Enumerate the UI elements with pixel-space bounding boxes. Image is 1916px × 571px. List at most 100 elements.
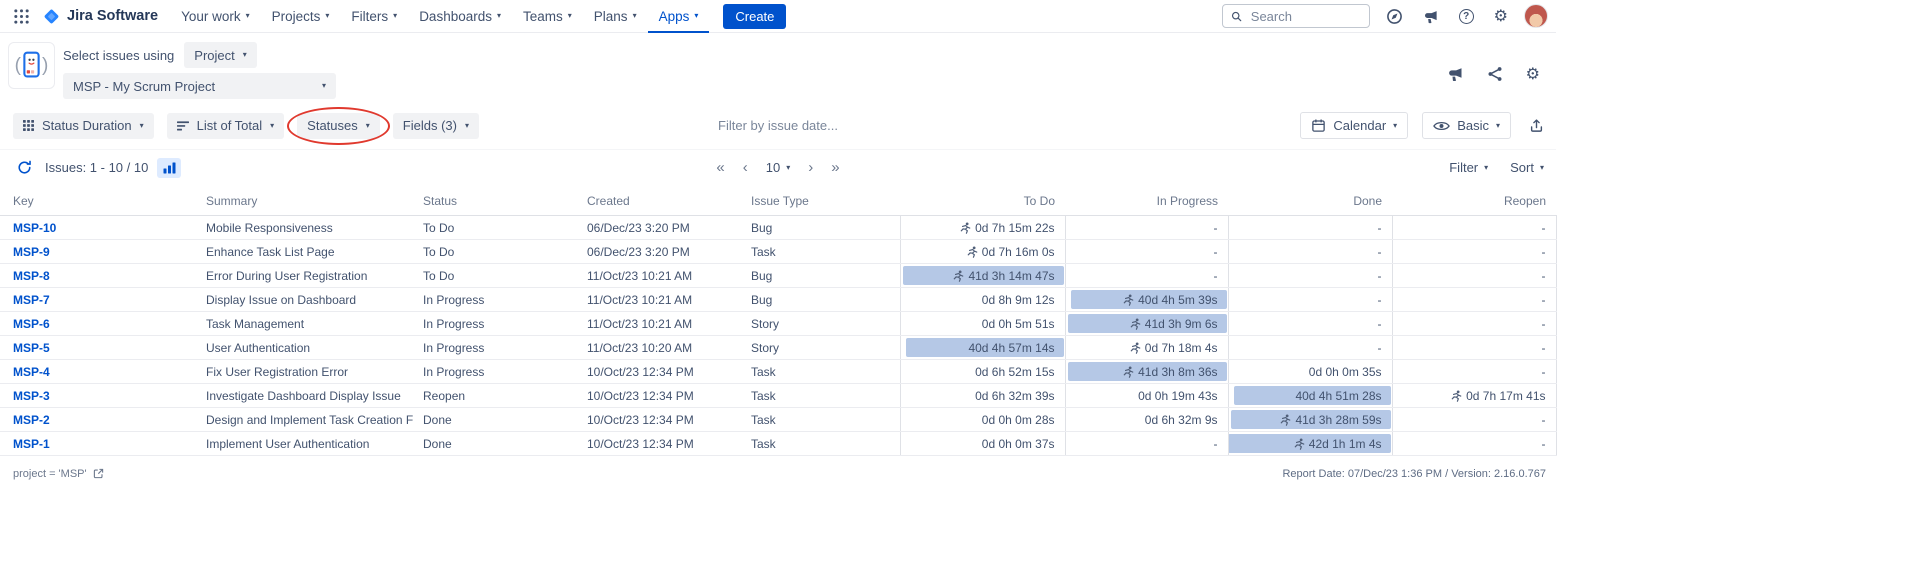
duration-cell: 0d 7h 18m 4s — [1064, 335, 1228, 360]
report-settings-button[interactable]: ⚙ — [1522, 63, 1544, 85]
view-select[interactable]: List of Total ▾ — [166, 112, 285, 139]
app-switcher-button[interactable] — [9, 5, 34, 28]
jira-logo[interactable]: Jira Software — [42, 7, 158, 26]
filter-menu-button[interactable]: Filter ▾ — [1449, 160, 1488, 175]
chart-view-button[interactable] — [157, 157, 182, 178]
issue-row: MSP-5 User Authentication In Progress 11/Oc… — [0, 335, 1557, 360]
nav-item-filters[interactable]: Filters ▾ — [340, 0, 408, 33]
duration-cell: - — [1391, 287, 1557, 312]
issue-type-cell: Task — [741, 407, 900, 432]
duration-cell: - — [1064, 215, 1228, 240]
search-box[interactable] — [1221, 4, 1370, 28]
issue-source-select[interactable]: Project ▾ — [184, 42, 257, 68]
duration-value: 41d 3h 9m 6s — [1076, 317, 1218, 331]
page-size-select[interactable]: 10 ▾ — [766, 160, 790, 175]
issue-row: MSP-2 Design and Implement Task Creation … — [0, 407, 1557, 432]
next-page-button[interactable]: › — [808, 159, 813, 176]
results-bar: Issues: 1 - 10 / 10 « ‹ 10 ▾ › » Filter … — [0, 150, 1556, 186]
display-mode-button[interactable]: Basic ▾ — [1422, 112, 1511, 139]
last-page-button[interactable]: » — [831, 159, 839, 176]
brand-name: Jira Software — [67, 8, 159, 24]
issue-key-link[interactable]: MSP-1 — [13, 437, 50, 451]
duration-cell: 42d 1h 1m 4s — [1227, 431, 1392, 456]
issue-row: MSP-6 Task Management In Progress 11/Oct/23… — [0, 311, 1557, 336]
share-icon — [1488, 67, 1502, 81]
chevron-down-icon: ▾ — [139, 120, 144, 130]
pagination-controls: « ‹ 10 ▾ › » — [0, 159, 1556, 176]
issue-key-link[interactable]: MSP-4 — [13, 365, 50, 379]
issue-key-link[interactable]: MSP-2 — [13, 413, 50, 427]
refresh-button[interactable] — [13, 157, 36, 178]
feedback-button[interactable] — [1419, 6, 1443, 27]
duration-value: 0d 6h 32m 9s — [1144, 412, 1218, 427]
summary-cell: Task Management — [196, 311, 413, 336]
report-type-select[interactable]: Status Duration ▾ — [13, 112, 154, 139]
nav-item-label: Teams — [523, 8, 563, 24]
open-query-button[interactable] — [90, 467, 107, 480]
duration-cell: 0d 8h 9m 12s — [899, 287, 1065, 312]
nav-item-apps[interactable]: Apps ▾ — [648, 0, 710, 33]
issue-date-filter[interactable]: Filter by issue date... — [718, 118, 838, 133]
duration-value: - — [1213, 268, 1218, 283]
nav-item-your-work[interactable]: Your work ▾ — [170, 0, 261, 33]
report-type-value: Status Duration — [42, 118, 132, 133]
duration-value: 0d 0h 0m 28s — [981, 412, 1055, 427]
first-page-button[interactable]: « — [716, 159, 724, 176]
user-avatar[interactable] — [1524, 4, 1548, 28]
sort-menu-button[interactable]: Sort ▾ — [1510, 160, 1544, 175]
issues-count-label: Issues: 1 - 10 / 10 — [45, 160, 149, 175]
statuses-select[interactable]: Statuses ▾ — [297, 112, 380, 139]
calendar-button[interactable]: Calendar ▾ — [1300, 112, 1409, 139]
list-icon — [176, 120, 189, 130]
search-input[interactable] — [1248, 7, 1361, 25]
issue-key-link[interactable]: MSP-10 — [13, 221, 56, 235]
grid-icon — [23, 120, 34, 131]
external-link-icon — [93, 468, 103, 479]
issue-key-link[interactable]: MSP-7 — [13, 293, 50, 307]
fields-select[interactable]: Fields (3) ▾ — [392, 112, 479, 139]
export-button[interactable] — [1525, 115, 1548, 136]
create-button[interactable]: Create — [723, 3, 787, 29]
nav-item-label: Your work — [181, 8, 241, 24]
help-button[interactable]: ? — [1455, 6, 1478, 27]
share-button[interactable] — [1483, 63, 1507, 85]
duration-value: - — [1213, 220, 1218, 235]
duration-value: - — [1541, 412, 1546, 427]
chevron-down-icon: ▾ — [1495, 120, 1500, 130]
duration-value: - — [1377, 220, 1382, 235]
report-footer: project = 'MSP' Report Date: 07/Dec/23 1… — [0, 456, 1556, 480]
nav-item-teams[interactable]: Teams ▾ — [512, 0, 583, 33]
filter-menu-label: Filter — [1449, 160, 1479, 175]
issue-key-link[interactable]: MSP-5 — [13, 341, 50, 355]
summary-cell: User Authentication — [196, 335, 413, 360]
discover-button[interactable] — [1382, 5, 1407, 28]
issue-key-link[interactable]: MSP-6 — [13, 317, 50, 331]
issue-row: MSP-4 Fix User Registration Error In Progr… — [0, 359, 1557, 384]
nav-item-projects[interactable]: Projects ▾ — [261, 0, 341, 33]
display-mode-label: Basic — [1457, 118, 1489, 133]
nav-item-dashboards[interactable]: Dashboards ▾ — [408, 0, 512, 33]
issue-key-link[interactable]: MSP-8 — [13, 269, 50, 283]
nav-item-label: Plans — [593, 8, 628, 24]
duration-value: - — [1377, 268, 1382, 283]
nav-item-plans[interactable]: Plans ▾ — [583, 0, 648, 33]
settings-button[interactable]: ⚙ — [1490, 5, 1512, 27]
issue-key-link[interactable]: MSP-9 — [13, 245, 50, 259]
column-header-status: Status — [413, 188, 577, 216]
created-cell: 10/Oct/23 12:34 PM — [577, 407, 741, 432]
duration-value: - — [1377, 340, 1382, 355]
prev-page-button[interactable]: ‹ — [743, 159, 748, 176]
topnav-right-cluster: ? ⚙ — [1221, 4, 1548, 28]
created-cell: 10/Oct/23 12:34 PM — [577, 431, 741, 456]
bar-chart-icon — [163, 162, 176, 173]
summary-cell: Enhance Task List Page — [196, 239, 413, 264]
project-select[interactable]: MSP - My Scrum Project ▾ — [63, 73, 336, 99]
app-logo: ( ) — [8, 42, 55, 89]
calendar-icon — [1312, 119, 1326, 132]
issue-row: MSP-9 Enhance Task List Page To Do 06/Dec/2… — [0, 239, 1557, 264]
paren-left-decoration: ( — [14, 55, 21, 76]
announcement-button[interactable] — [1443, 63, 1468, 85]
duration-cell: - — [1227, 215, 1392, 240]
issue-key-link[interactable]: MSP-3 — [13, 389, 50, 403]
key-cell: MSP-2 — [0, 407, 196, 432]
